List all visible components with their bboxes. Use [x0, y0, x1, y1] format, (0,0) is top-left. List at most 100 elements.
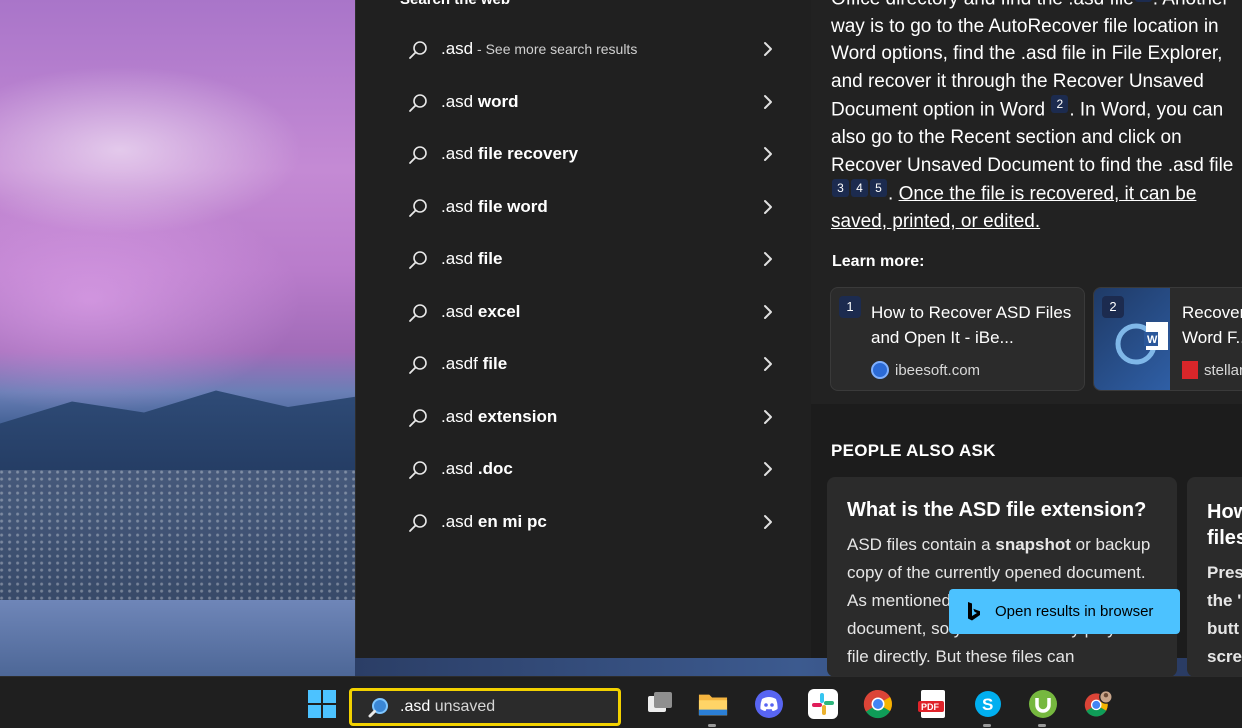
pdf-reader-icon[interactable]: PDF	[918, 689, 948, 719]
citation-badge: 1	[839, 296, 861, 318]
search-suggestion[interactable]: .asd en mi pc	[356, 496, 812, 549]
search-input[interactable]: .asd unsaved	[400, 698, 495, 716]
citation-badge[interactable]: 2	[1051, 95, 1069, 114]
search-icon	[409, 461, 427, 479]
search-suggestion[interactable]: .asd - See more search results	[356, 23, 812, 76]
search-icon	[409, 408, 427, 427]
answer-highlight-link[interactable]: saved, printed, or edited.	[831, 211, 1040, 232]
answer-line: .	[888, 183, 894, 205]
wallpaper-water	[0, 600, 360, 676]
answer-card: Office directory and find the .asd file1…	[811, 0, 1242, 404]
suggestion-label: .asd word	[441, 91, 519, 111]
chevron-right-icon[interactable]	[761, 356, 775, 372]
search-suggestion[interactable]: .asd file	[356, 233, 812, 286]
search-icon	[409, 198, 427, 217]
search-icon	[409, 356, 427, 374]
chevron-right-icon[interactable]	[761, 304, 775, 320]
paa-answer: Press the '' butt scree	[1207, 563, 1242, 666]
answer-text: Office directory and find the .asd file1…	[831, 0, 1242, 235]
chevron-right-icon[interactable]	[761, 514, 775, 530]
people-also-ask-card[interactable]: How files Press the '' butt scree	[1187, 477, 1242, 677]
suggestion-label: .asd file word	[441, 196, 548, 216]
stellar-favicon-icon	[1182, 361, 1198, 379]
citation-badge[interactable]: 1	[1134, 0, 1152, 2]
windows-start-icon[interactable]	[307, 689, 337, 719]
search-suggestion[interactable]: .asd file word	[356, 181, 812, 234]
answer-line: . Another	[1153, 0, 1229, 9]
open-results-in-browser-button[interactable]: Open results in browser	[949, 589, 1180, 634]
task-view-icon[interactable]	[644, 689, 674, 719]
taskbar: .asd unsaved PDF S	[0, 676, 1242, 728]
answer-line: Recover Unsaved Document to find the .as…	[831, 154, 1234, 176]
answer-line: Office directory and find the .asd file	[831, 0, 1134, 9]
citation-badge[interactable]: 4	[851, 179, 868, 198]
chevron-right-icon[interactable]	[761, 199, 775, 215]
search-suggestion[interactable]: .asd .doc	[356, 443, 812, 496]
bing-icon	[968, 602, 980, 621]
search-icon	[409, 146, 427, 164]
chevron-right-icon[interactable]	[761, 146, 775, 162]
chrome-profile-icon[interactable]	[1083, 689, 1113, 719]
discord-icon[interactable]	[754, 689, 784, 719]
people-also-ask-card[interactable]: What is the ASD file extension? ASD file…	[827, 477, 1177, 677]
learn-more-card[interactable]: 1 How to Recover ASD Files and Open It -…	[830, 287, 1085, 391]
chevron-right-icon[interactable]	[761, 41, 775, 57]
answer-line: . In Word, you can	[1069, 99, 1224, 121]
svg-text:S: S	[982, 695, 993, 714]
card-source: stellar	[1182, 361, 1242, 379]
search-icon	[409, 93, 427, 112]
chevron-right-icon[interactable]	[761, 409, 775, 425]
learn-more-card[interactable]: W 2 Recover Word F... stellar	[1093, 287, 1242, 391]
search-icon	[409, 251, 427, 269]
card-title: Recover Word F...	[1182, 303, 1242, 347]
file-explorer-icon[interactable]	[698, 689, 728, 727]
answer-line: Document option in Word	[831, 99, 1046, 121]
card-source-label: stellar	[1204, 361, 1242, 379]
ibeesoft-favicon-icon	[871, 361, 889, 379]
search-suggestions-panel: Search the web .asd - See more search re…	[355, 0, 811, 658]
search-suggestion[interactable]: .asd word	[356, 76, 812, 129]
skype-icon[interactable]: S	[973, 689, 1003, 727]
running-indicator	[1038, 724, 1046, 727]
suggestion-list: .asd - See more search results .asd word.…	[356, 23, 812, 548]
suggestion-label: .asd .doc	[441, 459, 513, 479]
paa-question: How files	[1207, 501, 1242, 549]
answer-line: and recover it through the Recover Unsav…	[831, 70, 1204, 92]
section-heading: Search the web	[400, 0, 510, 8]
chevron-right-icon[interactable]	[761, 461, 775, 477]
open-results-label: Open results in browser	[995, 603, 1154, 620]
suggestion-label: .asd - See more search results	[441, 39, 638, 59]
suggestion-label: .asd en mi pc	[441, 511, 547, 531]
suggestion-label: .asdf file	[441, 354, 508, 374]
taskbar-search-box[interactable]: .asd unsaved	[349, 688, 621, 726]
card-source: ibeesoft.com	[871, 361, 980, 379]
running-indicator	[983, 724, 991, 727]
search-suggestion[interactable]: .asd excel	[356, 286, 812, 339]
citation-badge: 2	[1102, 296, 1124, 318]
citation-badge[interactable]: 5	[870, 179, 887, 198]
search-icon	[409, 41, 427, 59]
chrome-icon[interactable]	[863, 689, 893, 719]
answer-highlight-link[interactable]: Once the file is recovered, it can be	[899, 183, 1197, 204]
search-icon	[368, 698, 388, 718]
search-icon	[409, 513, 427, 532]
suggestion-label: .asd excel	[441, 301, 521, 321]
search-suggestion[interactable]: .asd file recovery	[356, 128, 812, 181]
chevron-right-icon[interactable]	[761, 94, 775, 110]
card-title: How to Recover ASD Files and Open It - i…	[871, 303, 1072, 347]
citation-badge[interactable]: 3	[832, 179, 849, 198]
search-suggestion[interactable]: .asdf file	[356, 338, 812, 391]
utorrent-icon[interactable]	[1028, 689, 1058, 727]
card-source-label: ibeesoft.com	[895, 361, 981, 379]
answer-line: also go to the Recent section and click …	[831, 127, 1182, 149]
suggestion-label: .asd file recovery	[441, 144, 579, 164]
running-indicator	[708, 724, 716, 727]
svg-text:PDF: PDF	[921, 702, 940, 712]
search-icon	[409, 303, 427, 322]
svg-text:W: W	[1147, 334, 1158, 346]
answer-line: way is to go to the AutoRecover file loc…	[831, 15, 1219, 37]
slack-icon[interactable]	[808, 689, 838, 719]
search-suggestion[interactable]: .asd extension	[356, 391, 812, 444]
chevron-right-icon[interactable]	[761, 251, 775, 267]
suggestion-label: .asd file	[441, 249, 503, 269]
